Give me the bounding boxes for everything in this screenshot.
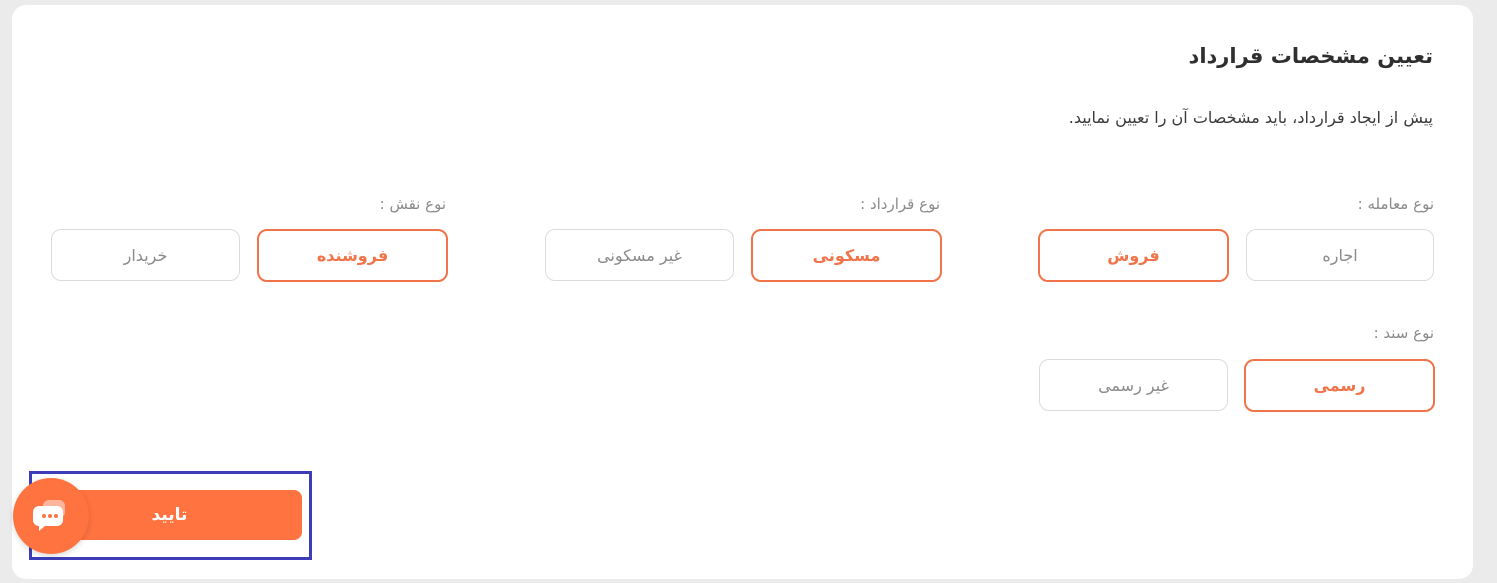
document-type-option-informal[interactable]: غیر رسمی — [1039, 359, 1228, 411]
role-type-option-seller[interactable]: فروشنده — [257, 229, 448, 282]
contract-type-label: نوع قرارداد : — [860, 195, 940, 213]
role-type-label: نوع نقش : — [379, 195, 446, 213]
contract-type-option-residential[interactable]: مسکونی — [751, 229, 942, 282]
document-type-option-formal[interactable]: رسمی — [1244, 359, 1435, 412]
document-type-label: نوع سند : — [1373, 324, 1434, 342]
contract-type-option-nonresidential[interactable]: غیر مسکونی — [545, 229, 734, 281]
deal-type-option-rent[interactable]: اجاره — [1246, 229, 1434, 281]
chat-widget-button[interactable] — [13, 478, 89, 554]
role-type-option-buyer[interactable]: خریدار — [51, 229, 240, 281]
deal-type-label: نوع معامله : — [1357, 195, 1434, 213]
deal-type-option-sale[interactable]: فروش — [1038, 229, 1229, 282]
page-description: پیش از ایجاد قرارداد، باید مشخصات آن را … — [1068, 108, 1433, 127]
chat-bubble-icon — [31, 494, 71, 538]
page-title: تعیین مشخصات قرارداد — [1188, 44, 1433, 68]
